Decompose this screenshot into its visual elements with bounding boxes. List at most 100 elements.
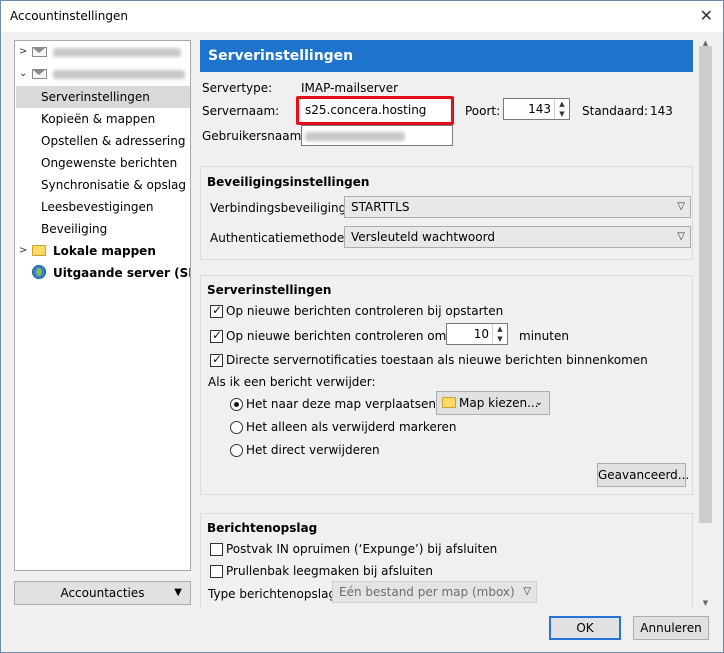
arrow-up-icon[interactable]: ▲ (493, 324, 507, 334)
tree-account-2[interactable]: ⌄ (15, 63, 190, 85)
tree-item-label: Beveiliging (41, 222, 108, 236)
auth-method-select[interactable]: Versleuteld wachtwoord ▽ (344, 226, 691, 248)
check-startup-checkbox[interactable] (210, 303, 223, 318)
choose-folder-label: Map kiezen... (459, 396, 539, 410)
expunge-label: Postvak IN opruimen (‘Expunge’) bij afsl… (226, 542, 498, 556)
group-title: Serverinstellingen (207, 283, 332, 297)
envelope-icon (32, 69, 47, 79)
tree-item-lokale-mappen[interactable]: > Lokale mappen (15, 240, 190, 262)
chevron-down-icon: ▽ (523, 586, 531, 597)
globe-icon (32, 262, 46, 284)
username-label: Gebruikersnaam: (202, 129, 306, 143)
tree-item-uitgaande-server[interactable]: Uitgaande server (SM... (15, 262, 190, 284)
tree-item-label: Leesbevestigingen (41, 200, 154, 214)
delete-immediately-label: Het direct verwijderen (246, 443, 380, 457)
default-port-label: Standaard: (582, 104, 648, 118)
tree-item-beveiliging[interactable]: Beveiliging (15, 218, 107, 240)
folder-icon (32, 240, 46, 262)
storage-type-label: Type berichtenopslag: (208, 587, 341, 601)
tree-item-label: Ongewenste berichten (41, 156, 178, 170)
server-options-group: Serverinstellingen Op nieuwe berichten c… (200, 275, 693, 495)
group-title: Berichtenopslag (207, 521, 318, 535)
auth-method-label: Authenticatiemethode: (210, 231, 349, 245)
interval-value: 10 (473, 327, 489, 341)
mark-deleted-label: Het alleen als verwijderd markeren (246, 420, 457, 434)
server-name-input[interactable]: s25.concera.hosting (301, 99, 450, 122)
message-storage-group: Berichtenopslag Postvak IN opruimen (‘Ex… (200, 513, 693, 608)
ok-button[interactable]: OK (549, 616, 621, 640)
tree-item-synchronisatie[interactable]: Synchronisatie & opslag (15, 174, 186, 196)
check-startup-label: Op nieuwe berichten controleren bij opst… (226, 304, 504, 318)
tree-item-serverinstellingen[interactable]: Serverinstellingen (16, 86, 190, 108)
chevron-down-icon: ⌄ (534, 397, 543, 408)
scroll-down-icon[interactable]: ▼ (699, 599, 712, 607)
default-port-value: 143 (650, 104, 673, 118)
account-actions-label: Accountacties (60, 586, 145, 600)
mark-deleted-radio[interactable] (230, 421, 243, 434)
account-settings-window: Accountinstellingen ✕ > ⌄ Serverinstelli… (0, 0, 724, 653)
group-title: Beveiligingsinstellingen (207, 175, 370, 189)
account-tree: > ⌄ Serverinstellingen Kopieën & mappen … (14, 40, 191, 571)
redacted-account-name (53, 70, 185, 79)
redacted-username (305, 132, 405, 141)
chevron-down-icon: ▽ (677, 231, 685, 242)
connection-security-label: Verbindingsbeveiliging: (210, 201, 351, 215)
port-stepper[interactable]: 143 ▲ ▼ (503, 98, 570, 120)
minutes-label: minuten (519, 329, 569, 343)
account-actions-button[interactable]: Accountacties ▼ (14, 581, 191, 605)
tree-item-leesbevestigingen[interactable]: Leesbevestigingen (15, 196, 153, 218)
arrow-down-icon[interactable]: ▼ (555, 109, 569, 119)
arrow-up-icon[interactable]: ▲ (555, 99, 569, 109)
security-settings-group: Beveiligingsinstellingen Verbindingsbeve… (200, 166, 693, 260)
server-type-value: IMAP-mailserver (301, 81, 399, 95)
settings-panel: Serverinstellingen Servertype: IMAP-mail… (200, 40, 712, 608)
folder-icon (442, 397, 456, 408)
port-label: Poort: (465, 104, 501, 118)
tree-item-label: Opstellen & adressering (41, 134, 186, 148)
close-icon[interactable]: ✕ (700, 6, 713, 26)
move-to-folder-radio[interactable] (230, 398, 243, 411)
window-title: Accountinstellingen (10, 9, 128, 23)
connection-security-select[interactable]: STARTTLS ▽ (344, 196, 691, 218)
server-name-label: Servernaam: (202, 104, 280, 118)
advanced-button[interactable]: Geavanceerd... (597, 463, 689, 487)
scrollbar-thumb[interactable] (699, 46, 712, 523)
delete-immediately-radio[interactable] (230, 444, 243, 457)
stepper-arrows[interactable]: ▲ ▼ (492, 324, 507, 344)
username-input[interactable] (301, 125, 453, 146)
select-value: Eén bestand per map (mbox) (339, 585, 515, 599)
title-bar: Accountinstellingen ✕ (1, 1, 723, 32)
chevron-right-icon[interactable]: > (19, 41, 31, 63)
tree-item-label: Synchronisatie & opslag (41, 178, 187, 192)
chevron-right-icon[interactable]: > (19, 240, 31, 262)
check-every-label: Op nieuwe berichten controleren om de (226, 329, 466, 343)
chevron-down-icon[interactable]: ⌄ (19, 63, 31, 85)
empty-trash-label: Prullenbak leegmaken bij afsluiten (226, 564, 433, 578)
storage-type-select: Eén bestand per map (mbox) ▽ (332, 581, 537, 603)
tree-account-1[interactable]: > (15, 41, 190, 63)
tree-item-kopieen[interactable]: Kopieën & mappen (15, 108, 155, 130)
check-every-checkbox[interactable] (210, 328, 223, 343)
push-notifications-label: Directe servernotificaties toestaan als … (226, 353, 648, 367)
arrow-down-icon[interactable]: ▼ (493, 334, 507, 344)
expunge-checkbox[interactable] (210, 543, 223, 556)
envelope-icon (32, 47, 47, 57)
select-value: Versleuteld wachtwoord (351, 230, 495, 244)
page-title: Serverinstellingen (200, 40, 693, 72)
tree-item-ongewenst[interactable]: Ongewenste berichten (15, 152, 177, 174)
port-value: 143 (528, 102, 551, 116)
empty-trash-checkbox[interactable] (210, 565, 223, 578)
select-value: STARTTLS (351, 200, 410, 214)
redacted-account-name (53, 48, 181, 57)
push-notifications-checkbox[interactable] (210, 352, 223, 367)
cancel-button[interactable]: Annuleren (633, 616, 709, 640)
tree-item-label: Kopieën & mappen (41, 112, 156, 126)
stepper-arrows[interactable]: ▲ ▼ (554, 99, 569, 119)
tree-item-opstellen[interactable]: Opstellen & adressering (15, 130, 185, 152)
on-delete-label: Als ik een bericht verwijder: (208, 375, 376, 389)
tree-item-label: Serverinstellingen (41, 90, 150, 104)
choose-folder-button[interactable]: Map kiezen... ⌄ (436, 391, 550, 415)
chevron-down-icon: ▼ (174, 587, 182, 598)
chevron-down-icon: ▽ (677, 201, 685, 212)
check-interval-stepper[interactable]: 10 ▲ ▼ (446, 323, 508, 345)
